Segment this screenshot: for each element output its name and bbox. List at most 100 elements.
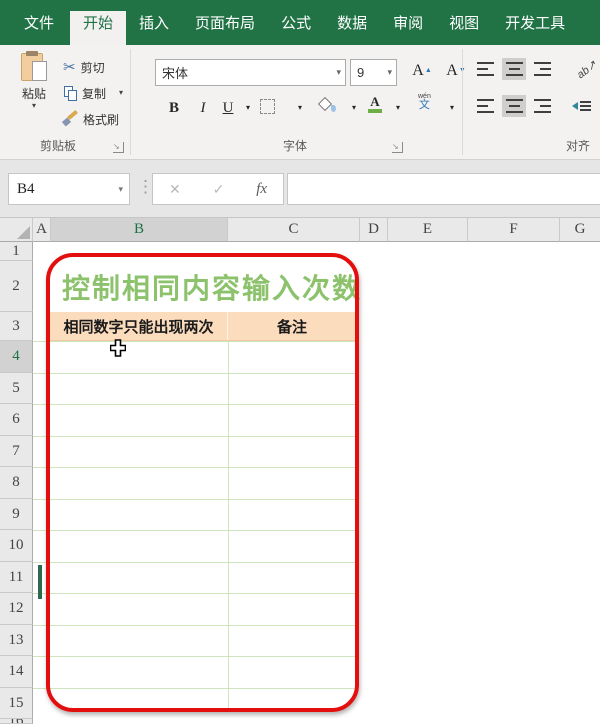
- column-header-e[interactable]: E: [388, 218, 468, 242]
- format-painter-button[interactable]: 格式刷: [61, 109, 120, 129]
- scissors-icon: ✂: [63, 58, 76, 76]
- paste-label: 粘贴: [21, 87, 46, 101]
- insert-function-icon[interactable]: fx: [256, 181, 267, 198]
- italic-button[interactable]: I: [192, 95, 214, 121]
- font-size-value: 9: [357, 65, 365, 80]
- row-header-6[interactable]: 6: [0, 404, 33, 436]
- bottom-align-button[interactable]: [530, 58, 554, 80]
- row-header-15[interactable]: 15: [0, 688, 33, 719]
- font-color-button[interactable]: A: [368, 95, 382, 113]
- column-header-f[interactable]: F: [468, 218, 560, 242]
- phonetic-dropdown-caret[interactable]: ▾: [446, 99, 458, 117]
- tab-developer[interactable]: 开发工具: [492, 0, 578, 45]
- font-size-caret-icon: ▾: [387, 67, 392, 77]
- format-painter-icon: [61, 109, 78, 127]
- enter-icon[interactable]: ✓: [213, 181, 225, 198]
- row-header-16[interactable]: 16: [0, 719, 33, 724]
- tab-page-layout[interactable]: 页面布局: [182, 0, 268, 45]
- orientation-button[interactable]: ab↗: [574, 58, 599, 82]
- column-header-d[interactable]: D: [360, 218, 388, 242]
- alignment-group-label: 对齐: [565, 139, 590, 153]
- font-name-caret-icon: ▾: [336, 67, 341, 77]
- row-header-7[interactable]: 7: [0, 436, 33, 467]
- increase-font-letter: A: [412, 62, 424, 79]
- font-dialog-launcher-icon[interactable]: ↘: [392, 142, 403, 153]
- font-color-icon: A: [368, 95, 382, 113]
- format-painter-label: 格式刷: [83, 112, 120, 127]
- column-header-c[interactable]: C: [228, 218, 360, 242]
- fill-color-icon: [317, 96, 336, 113]
- row-header-10[interactable]: 10: [0, 530, 33, 562]
- align-right-button[interactable]: [530, 95, 554, 117]
- row-header-14[interactable]: 14: [0, 656, 33, 688]
- decrease-indent-button[interactable]: [572, 101, 591, 111]
- select-all-corner[interactable]: [0, 218, 33, 242]
- row-header-3[interactable]: 3: [0, 312, 33, 341]
- decrease-font-letter: A: [446, 62, 458, 79]
- formula-bar-strip: B4 ▾ ⋮ ✕ ✓ fx: [0, 160, 600, 218]
- paste-button[interactable]: 粘贴 ▾: [10, 51, 58, 131]
- row-header-1[interactable]: 1: [0, 242, 33, 261]
- borders-icon: [260, 99, 275, 114]
- name-box[interactable]: B4 ▾: [8, 173, 130, 205]
- row-header-8[interactable]: 8: [0, 467, 33, 499]
- group-separator: [130, 49, 131, 155]
- font-size-combobox[interactable]: 9 ▾: [350, 59, 397, 86]
- row-header-4[interactable]: 4: [0, 341, 33, 373]
- decrease-indent-icon: [572, 102, 578, 110]
- select-all-triangle-icon: [17, 226, 30, 239]
- clipboard-group-label: 剪贴板: [39, 139, 76, 153]
- borders-dropdown-caret[interactable]: ▾: [294, 99, 306, 117]
- paste-dropdown-caret[interactable]: ▾: [32, 102, 36, 110]
- name-box-value: B4: [17, 180, 35, 197]
- fill-color-dropdown-caret[interactable]: ▾: [348, 99, 360, 117]
- align-left-button[interactable]: [474, 95, 498, 117]
- tab-data[interactable]: 数据: [324, 0, 380, 45]
- tab-file[interactable]: 文件: [8, 0, 70, 45]
- tab-insert[interactable]: 插入: [126, 0, 182, 45]
- clipboard-dialog-launcher-icon[interactable]: ↘: [113, 142, 124, 153]
- phonetic-char: 文: [418, 99, 430, 111]
- column-header-g[interactable]: G: [560, 218, 600, 242]
- row-header-2[interactable]: 2: [0, 261, 33, 312]
- cancel-icon[interactable]: ✕: [169, 181, 181, 198]
- copy-button[interactable]: 复制 ▾: [64, 83, 123, 103]
- top-align-button[interactable]: [474, 58, 498, 80]
- tab-formulas[interactable]: 公式: [268, 0, 324, 45]
- bold-button[interactable]: B: [163, 95, 185, 121]
- align-center-button[interactable]: [502, 95, 526, 117]
- phonetic-guide-button[interactable]: wén 文: [418, 93, 431, 111]
- column-header-a[interactable]: A: [33, 218, 51, 242]
- underline-button[interactable]: U: [218, 95, 238, 121]
- red-annotation-box: [46, 253, 359, 712]
- formula-buttons: ✕ ✓ fx: [152, 173, 284, 205]
- copy-dropdown-caret[interactable]: ▾: [119, 89, 123, 97]
- font-name-value: 宋体: [162, 66, 189, 81]
- ribbon: 粘贴 ▾ ✂ 剪切 复制 ▾ 格式刷 剪贴板 ↘ 宋体 ▾ 9 ▾ A ▲ A …: [0, 45, 600, 160]
- copy-label: 复制: [82, 86, 107, 101]
- row-header-11[interactable]: 11: [0, 562, 33, 593]
- middle-align-button[interactable]: [502, 58, 526, 80]
- font-color-dropdown-caret[interactable]: ▾: [392, 99, 404, 117]
- increase-font-size-button[interactable]: A ▲: [404, 57, 432, 85]
- tab-review[interactable]: 审阅: [380, 0, 436, 45]
- cell-cursor-icon: [110, 339, 126, 357]
- name-box-caret-icon[interactable]: ▾: [118, 184, 129, 195]
- row-header-9[interactable]: 9: [0, 499, 33, 530]
- font-color-letter: A: [370, 94, 380, 109]
- tab-view[interactable]: 视图: [436, 0, 492, 45]
- formula-input[interactable]: [287, 173, 600, 205]
- green-marker-bar: [38, 565, 42, 599]
- group-separator: [462, 49, 463, 155]
- cut-button[interactable]: ✂ 剪切: [63, 57, 105, 77]
- fill-color-button[interactable]: [317, 96, 336, 113]
- row-header-13[interactable]: 13: [0, 625, 33, 656]
- row-header-5[interactable]: 5: [0, 373, 33, 404]
- tab-home[interactable]: 开始: [70, 0, 127, 45]
- column-header-b[interactable]: B: [51, 218, 228, 242]
- font-name-combobox[interactable]: 宋体 ▾: [155, 59, 346, 86]
- increase-font-caret-icon: ▲: [424, 67, 432, 74]
- row-header-12[interactable]: 12: [0, 593, 33, 625]
- borders-button[interactable]: [260, 99, 275, 114]
- underline-dropdown-caret[interactable]: ▾: [242, 99, 254, 117]
